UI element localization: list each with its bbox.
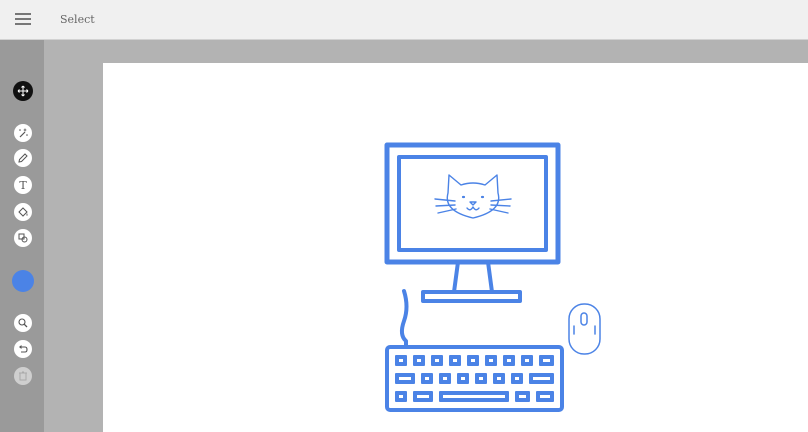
text-tool-button[interactable]: T: [14, 176, 32, 194]
text-icon: T: [19, 178, 27, 192]
canvas-gutter: [44, 40, 103, 432]
mode-label: Select: [60, 13, 95, 26]
trash-icon: [19, 371, 27, 381]
delete-button[interactable]: [14, 367, 32, 385]
move-arrows-icon: [17, 85, 29, 97]
zoom-icon: [18, 318, 28, 328]
move-tool-button[interactable]: [13, 81, 33, 101]
undo-icon: [19, 345, 28, 353]
magic-wand-tool-button[interactable]: [14, 124, 32, 142]
zoom-tool-button[interactable]: [14, 314, 32, 332]
tool-sidebar: T: [0, 40, 44, 432]
undo-button[interactable]: [14, 340, 32, 358]
cat-face-drawing: [434, 174, 512, 219]
cable-drawing: [399, 289, 409, 349]
shapes-icon: [18, 233, 28, 243]
color-picker-button[interactable]: [12, 270, 34, 292]
pen-tool-button[interactable]: [14, 149, 32, 167]
mouse-drawing: [568, 303, 601, 355]
fill-tool-button[interactable]: [14, 203, 32, 221]
pen-icon: [18, 153, 28, 163]
keyboard-keys: [395, 355, 554, 402]
shapes-tool-button[interactable]: [14, 229, 32, 247]
monitor-drawing: [384, 142, 561, 303]
computer-illustration: [384, 142, 601, 412]
hamburger-menu-icon[interactable]: [15, 13, 31, 27]
drawing-canvas[interactable]: [103, 63, 808, 432]
top-bar: Select: [0, 0, 808, 40]
magic-wand-icon: [19, 128, 28, 138]
fill-bucket-icon: [18, 207, 28, 217]
